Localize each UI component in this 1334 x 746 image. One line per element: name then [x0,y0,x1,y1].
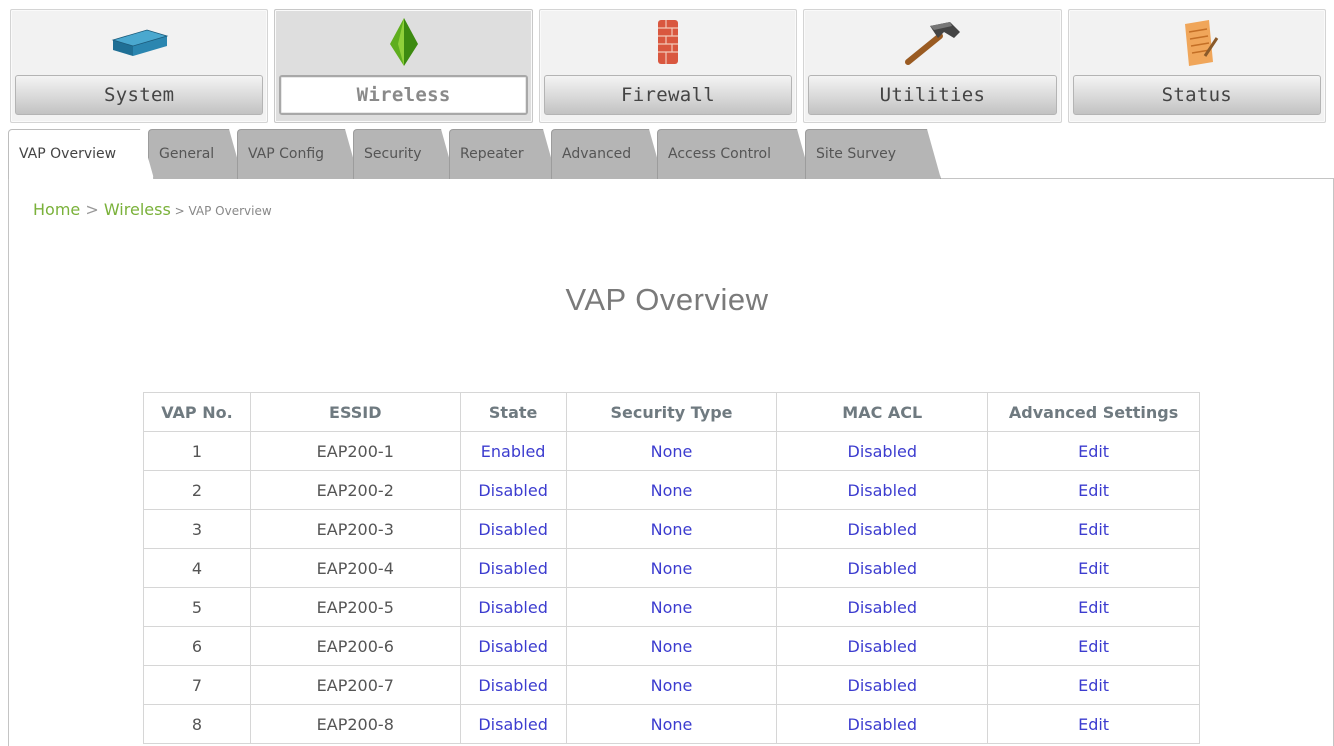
essid: EAP200-3 [249,509,461,549]
column-header-advanced-settings: Advanced Settings [987,392,1200,432]
tab-vap-config[interactable]: VAP Config [237,129,359,179]
mac-acl-link[interactable]: Disabled [776,548,989,588]
sub-tab-bar: VAP Overview General VAP Config Security… [8,129,1334,179]
essid: EAP200-5 [249,587,461,627]
edit-link[interactable]: Edit [987,665,1200,705]
nav-utilities[interactable]: Utilities [803,9,1062,123]
tab-site-survey[interactable]: Site Survey [805,129,941,179]
breadcrumb-current: VAP Overview [188,204,272,218]
tab-access-control[interactable]: Access Control [657,129,811,179]
state-link[interactable]: Disabled [459,587,567,627]
essid: EAP200-4 [249,548,461,588]
mac-acl-link[interactable]: Disabled [776,509,989,549]
notepad-icon [1184,20,1219,66]
nav-utilities-label: Utilities [808,75,1057,115]
mac-acl-link[interactable]: Disabled [776,470,989,510]
edit-link[interactable]: Edit [987,548,1200,588]
breadcrumb: Home > Wireless > VAP Overview [33,200,272,219]
security-type-link[interactable]: None [565,509,778,549]
table-row: 1 EAP200-1 Enabled None Disabled Edit [143,431,1200,471]
tab-advanced[interactable]: Advanced [551,129,663,179]
edit-link[interactable]: Edit [987,470,1200,510]
breadcrumb-separator: > [170,204,189,218]
table-row: 7 EAP200-7 Disabled None Disabled Edit [143,665,1200,705]
nav-status[interactable]: Status [1067,9,1327,123]
table-row: 4 EAP200-4 Disabled None Disabled Edit [143,548,1200,588]
mac-acl-link[interactable]: Disabled [776,587,989,627]
nav-status-label: Status [1072,75,1322,115]
state-link[interactable]: Enabled [459,431,567,471]
vap-number: 1 [143,431,251,471]
security-type-link[interactable]: None [565,704,778,744]
essid: EAP200-1 [249,431,461,471]
column-header-state: State [459,392,567,432]
table-row: 3 EAP200-3 Disabled None Disabled Edit [143,509,1200,549]
tab-general[interactable]: General [148,129,243,179]
state-link[interactable]: Disabled [459,509,567,549]
edit-link[interactable]: Edit [987,431,1200,471]
page-title: VAP Overview [565,282,769,317]
vap-number: 3 [143,509,251,549]
essid: EAP200-2 [249,470,461,510]
main-nav: System Wireless Firewall Utilities Statu… [10,9,1327,123]
breadcrumb-separator: > [80,200,104,219]
state-link[interactable]: Disabled [459,665,567,705]
vap-number: 8 [143,704,251,744]
column-header-security-type: Security Type [565,392,778,432]
security-type-link[interactable]: None [565,665,778,705]
security-type-link[interactable]: None [565,626,778,666]
security-type-link[interactable]: None [565,548,778,588]
tab-vap-overview[interactable]: VAP Overview [8,129,154,179]
vap-number: 6 [143,626,251,666]
table-row: 8 EAP200-8 Disabled None Disabled Edit [143,704,1200,744]
state-link[interactable]: Disabled [459,704,567,744]
security-type-link[interactable]: None [565,470,778,510]
firewall-brick-icon [658,20,679,64]
nav-firewall[interactable]: Firewall [538,9,798,123]
hammer-icon [905,22,961,65]
security-type-link[interactable]: None [565,431,778,471]
mac-acl-link[interactable]: Disabled [776,704,989,744]
breadcrumb-home-link[interactable]: Home [33,200,80,219]
table-row: 6 EAP200-6 Disabled None Disabled Edit [143,626,1200,666]
edit-link[interactable]: Edit [987,626,1200,666]
state-link[interactable]: Disabled [459,548,567,588]
edit-link[interactable]: Edit [987,509,1200,549]
essid: EAP200-7 [249,665,461,705]
state-link[interactable]: Disabled [459,470,567,510]
nav-system-label: System [15,75,264,115]
security-type-link[interactable]: None [565,587,778,627]
column-header-mac-acl: MAC ACL [776,392,989,432]
vap-number: 7 [143,665,251,705]
tab-repeater[interactable]: Repeater [449,129,557,179]
nav-wireless-label: Wireless [279,75,528,115]
vap-overview-table: VAP No. ESSID State Security Type MAC AC… [143,392,1200,744]
vap-number: 5 [143,587,251,627]
state-link[interactable]: Disabled [459,626,567,666]
mac-acl-link[interactable]: Disabled [776,431,989,471]
router-icon [111,29,169,56]
column-header-essid: ESSID [249,392,461,432]
wireless-pyramid-icon [389,18,418,66]
column-header-vap-no: VAP No. [143,392,251,432]
vap-number: 2 [143,470,251,510]
essid: EAP200-6 [249,626,461,666]
edit-link[interactable]: Edit [987,704,1200,744]
edit-link[interactable]: Edit [987,587,1200,627]
table-row: 5 EAP200-5 Disabled None Disabled Edit [143,587,1200,627]
nav-firewall-label: Firewall [543,75,793,115]
essid: EAP200-8 [249,704,461,744]
breadcrumb-wireless-link[interactable]: Wireless [104,200,171,219]
vap-number: 4 [143,548,251,588]
mac-acl-link[interactable]: Disabled [776,626,989,666]
mac-acl-link[interactable]: Disabled [776,665,989,705]
nav-wireless[interactable]: Wireless [274,9,533,123]
table-row: 2 EAP200-2 Disabled None Disabled Edit [143,470,1200,510]
nav-system[interactable]: System [10,9,269,123]
table-header-row: VAP No. ESSID State Security Type MAC AC… [143,392,1200,432]
tab-security[interactable]: Security [353,129,455,179]
